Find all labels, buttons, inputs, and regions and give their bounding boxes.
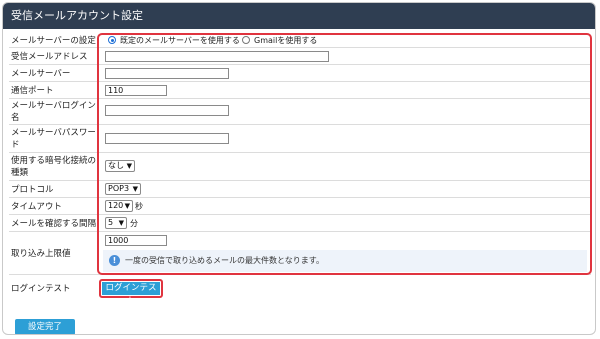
row-server-setting: メールサーバーの設定 既定のメールサーバーを使用する Gmailを使用する [9, 33, 591, 48]
login-test-button[interactable]: ログインテスト [102, 282, 160, 306]
settings-panel: 受信メールアカウント設定 メールサーバーの設定 既定のメールサーバーを使用する … [2, 2, 596, 335]
limit-info-text: 一度の受信で取り込めるメールの最大件数となります。 [125, 256, 324, 265]
page-title: 受信メールアカウント設定 [3, 3, 595, 29]
password-input[interactable] [105, 133, 229, 144]
port-input[interactable]: 110 [105, 85, 167, 96]
chevron-down-icon: ▼ [118, 219, 124, 227]
protocol-select[interactable]: POP3 ▼ [105, 183, 141, 195]
login-input[interactable] [105, 105, 229, 116]
timeout-label: タイムアウト [11, 202, 62, 212]
row-server: メールサーバー [9, 65, 591, 82]
row-port: 通信ポート 110 [9, 82, 591, 99]
protocol-value: POP3 [108, 184, 130, 193]
interval-value: 5 [108, 218, 114, 227]
encryption-value: なし [108, 161, 124, 170]
address-input[interactable] [105, 51, 329, 62]
row-login: メールサーバログイン名 [9, 99, 591, 125]
row-protocol: プロトコル POP3 ▼ [9, 181, 591, 198]
row-interval: メールを確認する間隔 5 ▼ 分 [9, 215, 591, 232]
timeout-select[interactable]: 120 ▼ [105, 200, 133, 212]
chevron-down-icon: ▼ [124, 202, 130, 210]
protocol-label: プロトコル [11, 185, 54, 195]
row-address: 受信メールアドレス [9, 48, 591, 65]
timeout-unit: 秒 [135, 202, 143, 211]
radio-default-server[interactable] [108, 36, 116, 44]
radio-gmail[interactable] [242, 36, 250, 44]
timeout-value: 120 [108, 201, 124, 210]
interval-label: メールを確認する間隔 [11, 219, 97, 229]
server-setting-label: メールサーバーの設定 [11, 36, 96, 46]
row-timeout: タイムアウト 120 ▼ 秒 [9, 198, 591, 215]
radio-default-server-label[interactable]: 既定のメールサーバーを使用する [120, 35, 240, 46]
row-encryption: 使用する暗号化接続の種類 なし ▼ [9, 153, 591, 181]
row-password: メールサーバパスワード [9, 125, 591, 153]
server-input[interactable] [105, 68, 229, 79]
limit-label: 取り込み上限値 [11, 249, 71, 259]
interval-unit: 分 [130, 219, 138, 228]
encryption-label: 使用する暗号化接続の種類 [11, 156, 97, 178]
chevron-down-icon: ▼ [132, 185, 138, 193]
info-icon: ! [109, 255, 120, 266]
limit-input[interactable]: 1000 [105, 235, 167, 246]
encryption-select[interactable]: なし ▼ [105, 160, 135, 172]
password-label: メールサーバパスワード [11, 128, 96, 150]
address-label: 受信メールアドレス [11, 52, 88, 62]
login-test-highlight: ログインテスト [99, 279, 163, 306]
limit-info-box: ! 一度の受信で取り込めるメールの最大件数となります。 [103, 250, 587, 272]
interval-select[interactable]: 5 ▼ [105, 217, 127, 229]
chevron-down-icon: ▼ [126, 162, 132, 170]
port-label: 通信ポート [11, 86, 54, 96]
login-label: メールサーバログイン名 [11, 101, 96, 123]
login-test-label: ログインテスト [11, 284, 71, 294]
server-label: メールサーバー [11, 69, 71, 79]
radio-gmail-label[interactable]: Gmailを使用する [254, 35, 317, 46]
row-login-test: ログインテスト [9, 275, 591, 301]
submit-button[interactable]: 設定完了 [15, 319, 75, 334]
